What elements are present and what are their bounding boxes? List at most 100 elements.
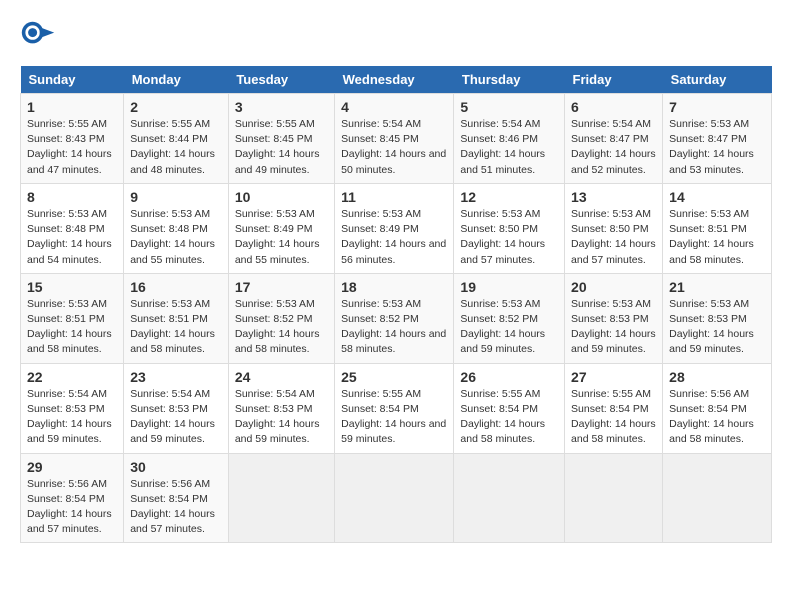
calendar-cell: 15 Sunrise: 5:53 AM Sunset: 8:51 PM Dayli… <box>21 273 124 363</box>
day-number: 17 <box>235 279 328 295</box>
header-cell-thursday: Thursday <box>454 66 565 94</box>
calendar-cell: 13Sunrise: 5:53 AM Sunset: 8:50 PM Dayli… <box>565 183 663 273</box>
calendar-cell: 4 Sunrise: 5:54 AM Sunset: 8:45 PM Daylig… <box>335 94 454 184</box>
day-number: 22 <box>27 369 117 385</box>
day-info: Sunrise: 5:54 AM Sunset: 8:47 PM Dayligh… <box>571 117 656 178</box>
calendar-week-5: 29 Sunrise: 5:56 AM Sunset: 8:54 PM Dayli… <box>21 453 772 543</box>
day-info: Sunrise: 5:53 AM Sunset: 8:50 PM Dayligh… <box>460 207 558 268</box>
header-cell-tuesday: Tuesday <box>228 66 334 94</box>
calendar-cell <box>228 453 334 543</box>
day-number: 21 <box>669 279 765 295</box>
day-number: 3 <box>235 99 328 115</box>
day-info: Sunrise: 5:56 AM Sunset: 8:54 PM Dayligh… <box>27 477 117 538</box>
day-number: 29 <box>27 459 117 475</box>
day-info: Sunrise: 5:54 AM Sunset: 8:45 PM Dayligh… <box>341 117 447 178</box>
day-number: 25 <box>341 369 447 385</box>
calendar-cell: 29 Sunrise: 5:56 AM Sunset: 8:54 PM Dayli… <box>21 453 124 543</box>
day-info: Sunrise: 5:53 AM Sunset: 8:53 PM Dayligh… <box>669 297 765 358</box>
calendar-cell: 21 Sunrise: 5:53 AM Sunset: 8:53 PM Dayli… <box>663 273 772 363</box>
calendar-cell: 12 Sunrise: 5:53 AM Sunset: 8:50 PM Dayli… <box>454 183 565 273</box>
day-info: Sunrise: 5:56 AM Sunset: 8:54 PM Dayligh… <box>669 387 765 448</box>
calendar-cell: 14 Sunrise: 5:53 AM Sunset: 8:51 PM Dayli… <box>663 183 772 273</box>
day-number: 16 <box>130 279 222 295</box>
day-info: Sunrise: 5:53 AM Sunset: 8:51 PM Dayligh… <box>130 297 222 358</box>
day-info: Sunrise: 5:55 AM Sunset: 8:43 PM Dayligh… <box>27 117 117 178</box>
logo-icon <box>20 20 56 56</box>
calendar-cell: 16 Sunrise: 5:53 AM Sunset: 8:51 PM Dayli… <box>124 273 229 363</box>
day-info: Sunrise: 5:55 AM Sunset: 8:54 PM Dayligh… <box>571 387 656 448</box>
day-number: 9 <box>130 189 222 205</box>
day-number: 2 <box>130 99 222 115</box>
day-number: 4 <box>341 99 447 115</box>
calendar-cell: 28 Sunrise: 5:56 AM Sunset: 8:54 PM Dayli… <box>663 363 772 453</box>
header-cell-monday: Monday <box>124 66 229 94</box>
page-header <box>20 20 772 56</box>
calendar-week-4: 22 Sunrise: 5:54 AM Sunset: 8:53 PM Dayli… <box>21 363 772 453</box>
calendar-cell: 1Sunrise: 5:55 AM Sunset: 8:43 PM Daylig… <box>21 94 124 184</box>
calendar-cell <box>454 453 565 543</box>
calendar-cell: 18 Sunrise: 5:53 AM Sunset: 8:52 PM Dayli… <box>335 273 454 363</box>
calendar-table: SundayMondayTuesdayWednesdayThursdayFrid… <box>20 66 772 543</box>
calendar-cell: 27 Sunrise: 5:55 AM Sunset: 8:54 PM Dayli… <box>565 363 663 453</box>
header-cell-sunday: Sunday <box>21 66 124 94</box>
calendar-cell <box>335 453 454 543</box>
day-number: 28 <box>669 369 765 385</box>
day-number: 24 <box>235 369 328 385</box>
header-cell-wednesday: Wednesday <box>335 66 454 94</box>
calendar-cell: 6 Sunrise: 5:54 AM Sunset: 8:47 PM Daylig… <box>565 94 663 184</box>
day-number: 6 <box>571 99 656 115</box>
calendar-cell: 25 Sunrise: 5:55 AM Sunset: 8:54 PM Dayli… <box>335 363 454 453</box>
day-info: Sunrise: 5:53 AM Sunset: 8:52 PM Dayligh… <box>460 297 558 358</box>
day-info: Sunrise: 5:54 AM Sunset: 8:53 PM Dayligh… <box>130 387 222 448</box>
day-info: Sunrise: 5:54 AM Sunset: 8:46 PM Dayligh… <box>460 117 558 178</box>
day-info: Sunrise: 5:55 AM Sunset: 8:54 PM Dayligh… <box>460 387 558 448</box>
day-number: 18 <box>341 279 447 295</box>
day-info: Sunrise: 5:54 AM Sunset: 8:53 PM Dayligh… <box>27 387 117 448</box>
calendar-cell: 2 Sunrise: 5:55 AM Sunset: 8:44 PM Daylig… <box>124 94 229 184</box>
calendar-body: 1Sunrise: 5:55 AM Sunset: 8:43 PM Daylig… <box>21 94 772 543</box>
day-number: 15 <box>27 279 117 295</box>
day-number: 5 <box>460 99 558 115</box>
day-number: 7 <box>669 99 765 115</box>
day-info: Sunrise: 5:54 AM Sunset: 8:53 PM Dayligh… <box>235 387 328 448</box>
calendar-cell: 8Sunrise: 5:53 AM Sunset: 8:48 PM Daylig… <box>21 183 124 273</box>
day-info: Sunrise: 5:53 AM Sunset: 8:51 PM Dayligh… <box>669 207 765 268</box>
calendar-cell: 10 Sunrise: 5:53 AM Sunset: 8:49 PM Dayli… <box>228 183 334 273</box>
header-row: SundayMondayTuesdayWednesdayThursdayFrid… <box>21 66 772 94</box>
day-number: 20 <box>571 279 656 295</box>
calendar-cell: 30 Sunrise: 5:56 AM Sunset: 8:54 PM Dayli… <box>124 453 229 543</box>
day-number: 27 <box>571 369 656 385</box>
header-cell-friday: Friday <box>565 66 663 94</box>
day-number: 14 <box>669 189 765 205</box>
day-number: 19 <box>460 279 558 295</box>
day-info: Sunrise: 5:53 AM Sunset: 8:52 PM Dayligh… <box>235 297 328 358</box>
day-number: 12 <box>460 189 558 205</box>
day-info: Sunrise: 5:53 AM Sunset: 8:47 PM Dayligh… <box>669 117 765 178</box>
day-number: 23 <box>130 369 222 385</box>
day-info: Sunrise: 5:55 AM Sunset: 8:54 PM Dayligh… <box>341 387 447 448</box>
day-info: Sunrise: 5:53 AM Sunset: 8:51 PM Dayligh… <box>27 297 117 358</box>
calendar-cell: 22 Sunrise: 5:54 AM Sunset: 8:53 PM Dayli… <box>21 363 124 453</box>
day-info: Sunrise: 5:55 AM Sunset: 8:44 PM Dayligh… <box>130 117 222 178</box>
day-number: 30 <box>130 459 222 475</box>
calendar-cell: 19 Sunrise: 5:53 AM Sunset: 8:52 PM Dayli… <box>454 273 565 363</box>
calendar-cell: 23 Sunrise: 5:54 AM Sunset: 8:53 PM Dayli… <box>124 363 229 453</box>
calendar-week-2: 8Sunrise: 5:53 AM Sunset: 8:48 PM Daylig… <box>21 183 772 273</box>
calendar-cell: 20 Sunrise: 5:53 AM Sunset: 8:53 PM Dayli… <box>565 273 663 363</box>
calendar-cell: 3Sunrise: 5:55 AM Sunset: 8:45 PM Daylig… <box>228 94 334 184</box>
day-info: Sunrise: 5:53 AM Sunset: 8:53 PM Dayligh… <box>571 297 656 358</box>
day-number: 13 <box>571 189 656 205</box>
calendar-week-3: 15 Sunrise: 5:53 AM Sunset: 8:51 PM Dayli… <box>21 273 772 363</box>
calendar-cell: 5 Sunrise: 5:54 AM Sunset: 8:46 PM Daylig… <box>454 94 565 184</box>
calendar-cell: 11 Sunrise: 5:53 AM Sunset: 8:49 PM Dayli… <box>335 183 454 273</box>
day-info: Sunrise: 5:53 AM Sunset: 8:48 PM Dayligh… <box>27 207 117 268</box>
day-info: Sunrise: 5:53 AM Sunset: 8:49 PM Dayligh… <box>235 207 328 268</box>
calendar-cell: 7 Sunrise: 5:53 AM Sunset: 8:47 PM Daylig… <box>663 94 772 184</box>
day-number: 11 <box>341 189 447 205</box>
day-info: Sunrise: 5:53 AM Sunset: 8:52 PM Dayligh… <box>341 297 447 358</box>
day-info: Sunrise: 5:53 AM Sunset: 8:49 PM Dayligh… <box>341 207 447 268</box>
day-info: Sunrise: 5:56 AM Sunset: 8:54 PM Dayligh… <box>130 477 222 538</box>
calendar-header: SundayMondayTuesdayWednesdayThursdayFrid… <box>21 66 772 94</box>
calendar-cell: 17 Sunrise: 5:53 AM Sunset: 8:52 PM Dayli… <box>228 273 334 363</box>
day-number: 10 <box>235 189 328 205</box>
